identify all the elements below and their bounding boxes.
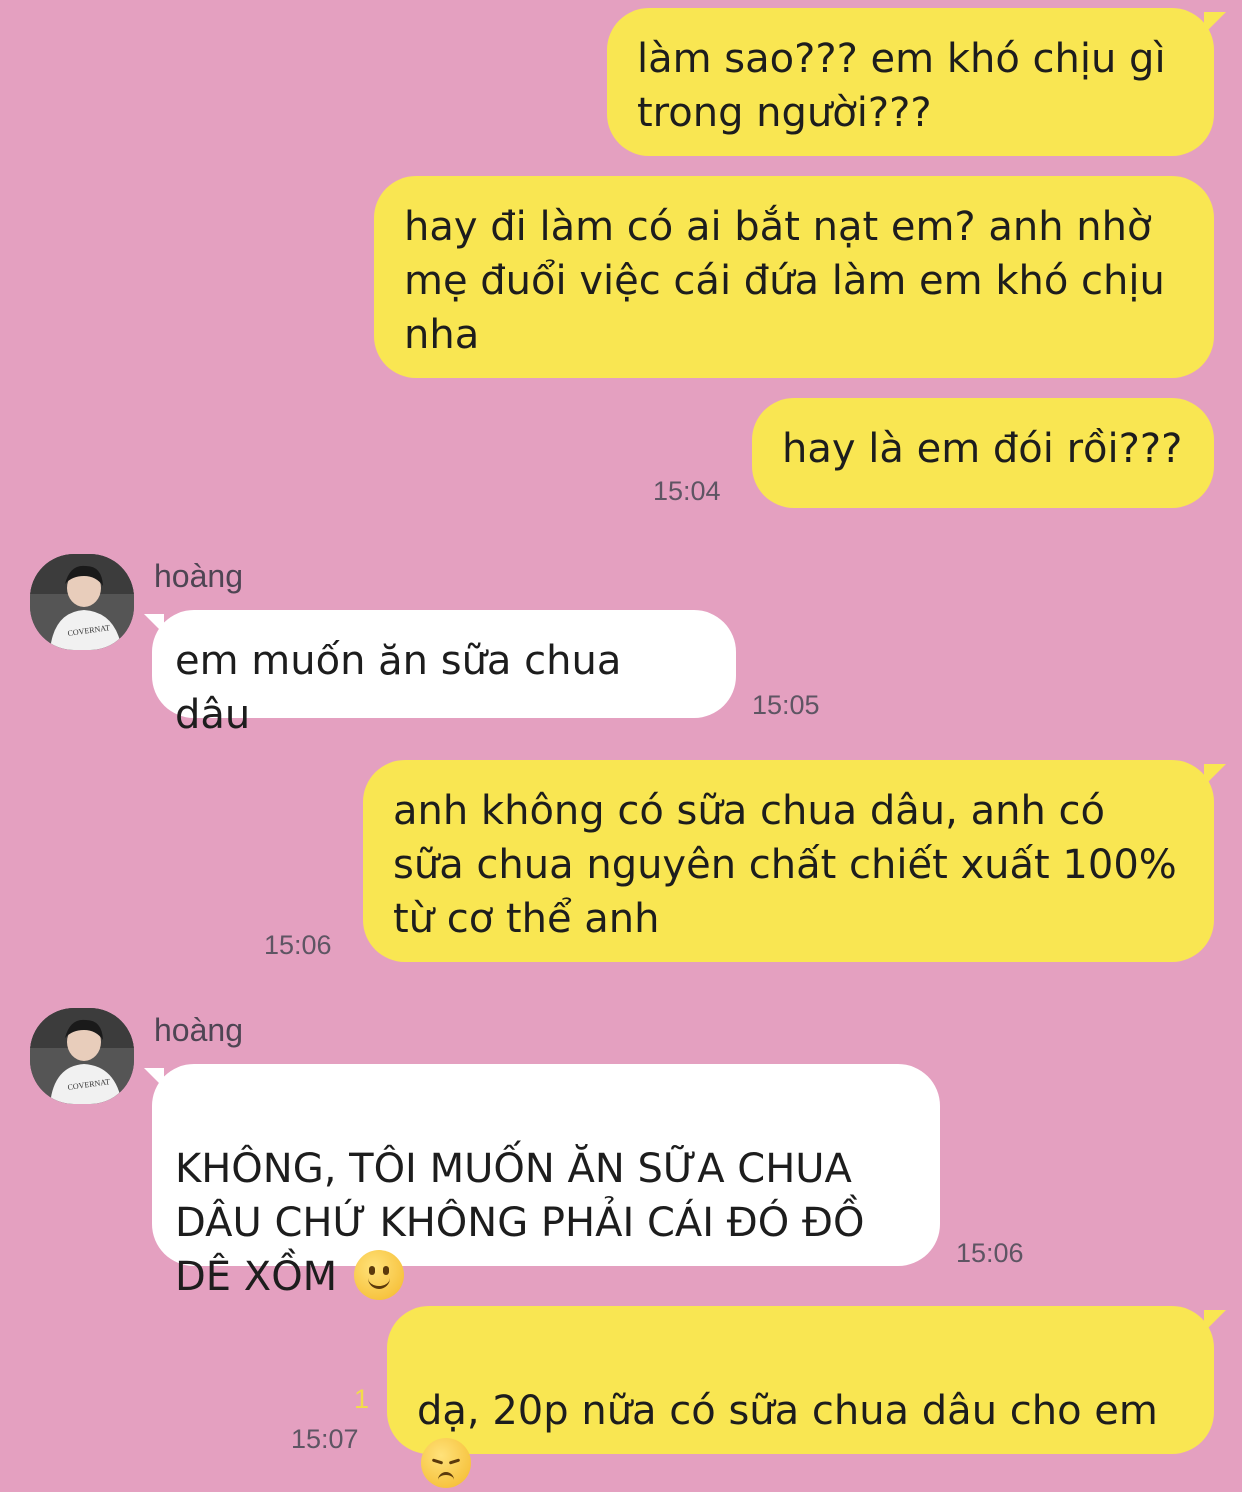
read-count: 1: [354, 1384, 370, 1414]
avatar-photo: COVERNAT: [30, 554, 134, 650]
message-text: KHÔNG, TÔI MUỐN ĂN SỮA CHUA DÂU CHỨ KHÔN…: [175, 1146, 865, 1300]
pensive-face-icon: [421, 1438, 471, 1488]
message-text: dạ, 20p nữa có sữa chua dâu cho em: [417, 1388, 1158, 1434]
message-timestamp: 15:06: [264, 930, 332, 960]
message-bubble-outgoing[interactable]: làm sao??? em khó chịu gì trong người???: [607, 8, 1214, 156]
slightly-smiling-face-icon: [353, 1250, 404, 1300]
message-bubble-outgoing[interactable]: dạ, 20p nữa có sữa chua dâu cho em: [387, 1306, 1214, 1488]
message-bubble-outgoing[interactable]: anh không có sữa chua dâu, anh có sữa ch…: [363, 760, 1214, 962]
sender-name: hoàng: [154, 558, 243, 594]
message-timestamp: 15:07: [291, 1424, 359, 1454]
message-bubble-incoming[interactable]: em muốn ăn sữa chua dâu: [152, 610, 736, 738]
bubble-tail: [144, 614, 164, 634]
message-bubble-outgoing[interactable]: hay là em đói rồi???: [752, 398, 1214, 508]
avatar-photo: COVERNAT: [30, 1008, 134, 1104]
message-bubble-outgoing[interactable]: hay đi làm có ai bắt nạt em? anh nhờ mẹ …: [374, 176, 1214, 378]
bubble-tail: [144, 1068, 164, 1088]
message-timestamp: 15:06: [956, 1238, 1024, 1268]
sender-name: hoàng: [154, 1012, 243, 1048]
contact-avatar[interactable]: COVERNAT: [30, 1008, 134, 1104]
message-bubble-incoming[interactable]: KHÔNG, TÔI MUỐN ĂN SỮA CHUA DÂU CHỨ KHÔN…: [152, 1064, 940, 1300]
bubble-tail: [1204, 12, 1226, 34]
message-timestamp: 15:05: [752, 690, 820, 720]
contact-avatar[interactable]: COVERNAT: [30, 554, 134, 650]
bubble-tail: [1204, 764, 1226, 786]
bubble-tail: [1204, 1310, 1226, 1332]
message-timestamp: 15:04: [653, 476, 721, 506]
